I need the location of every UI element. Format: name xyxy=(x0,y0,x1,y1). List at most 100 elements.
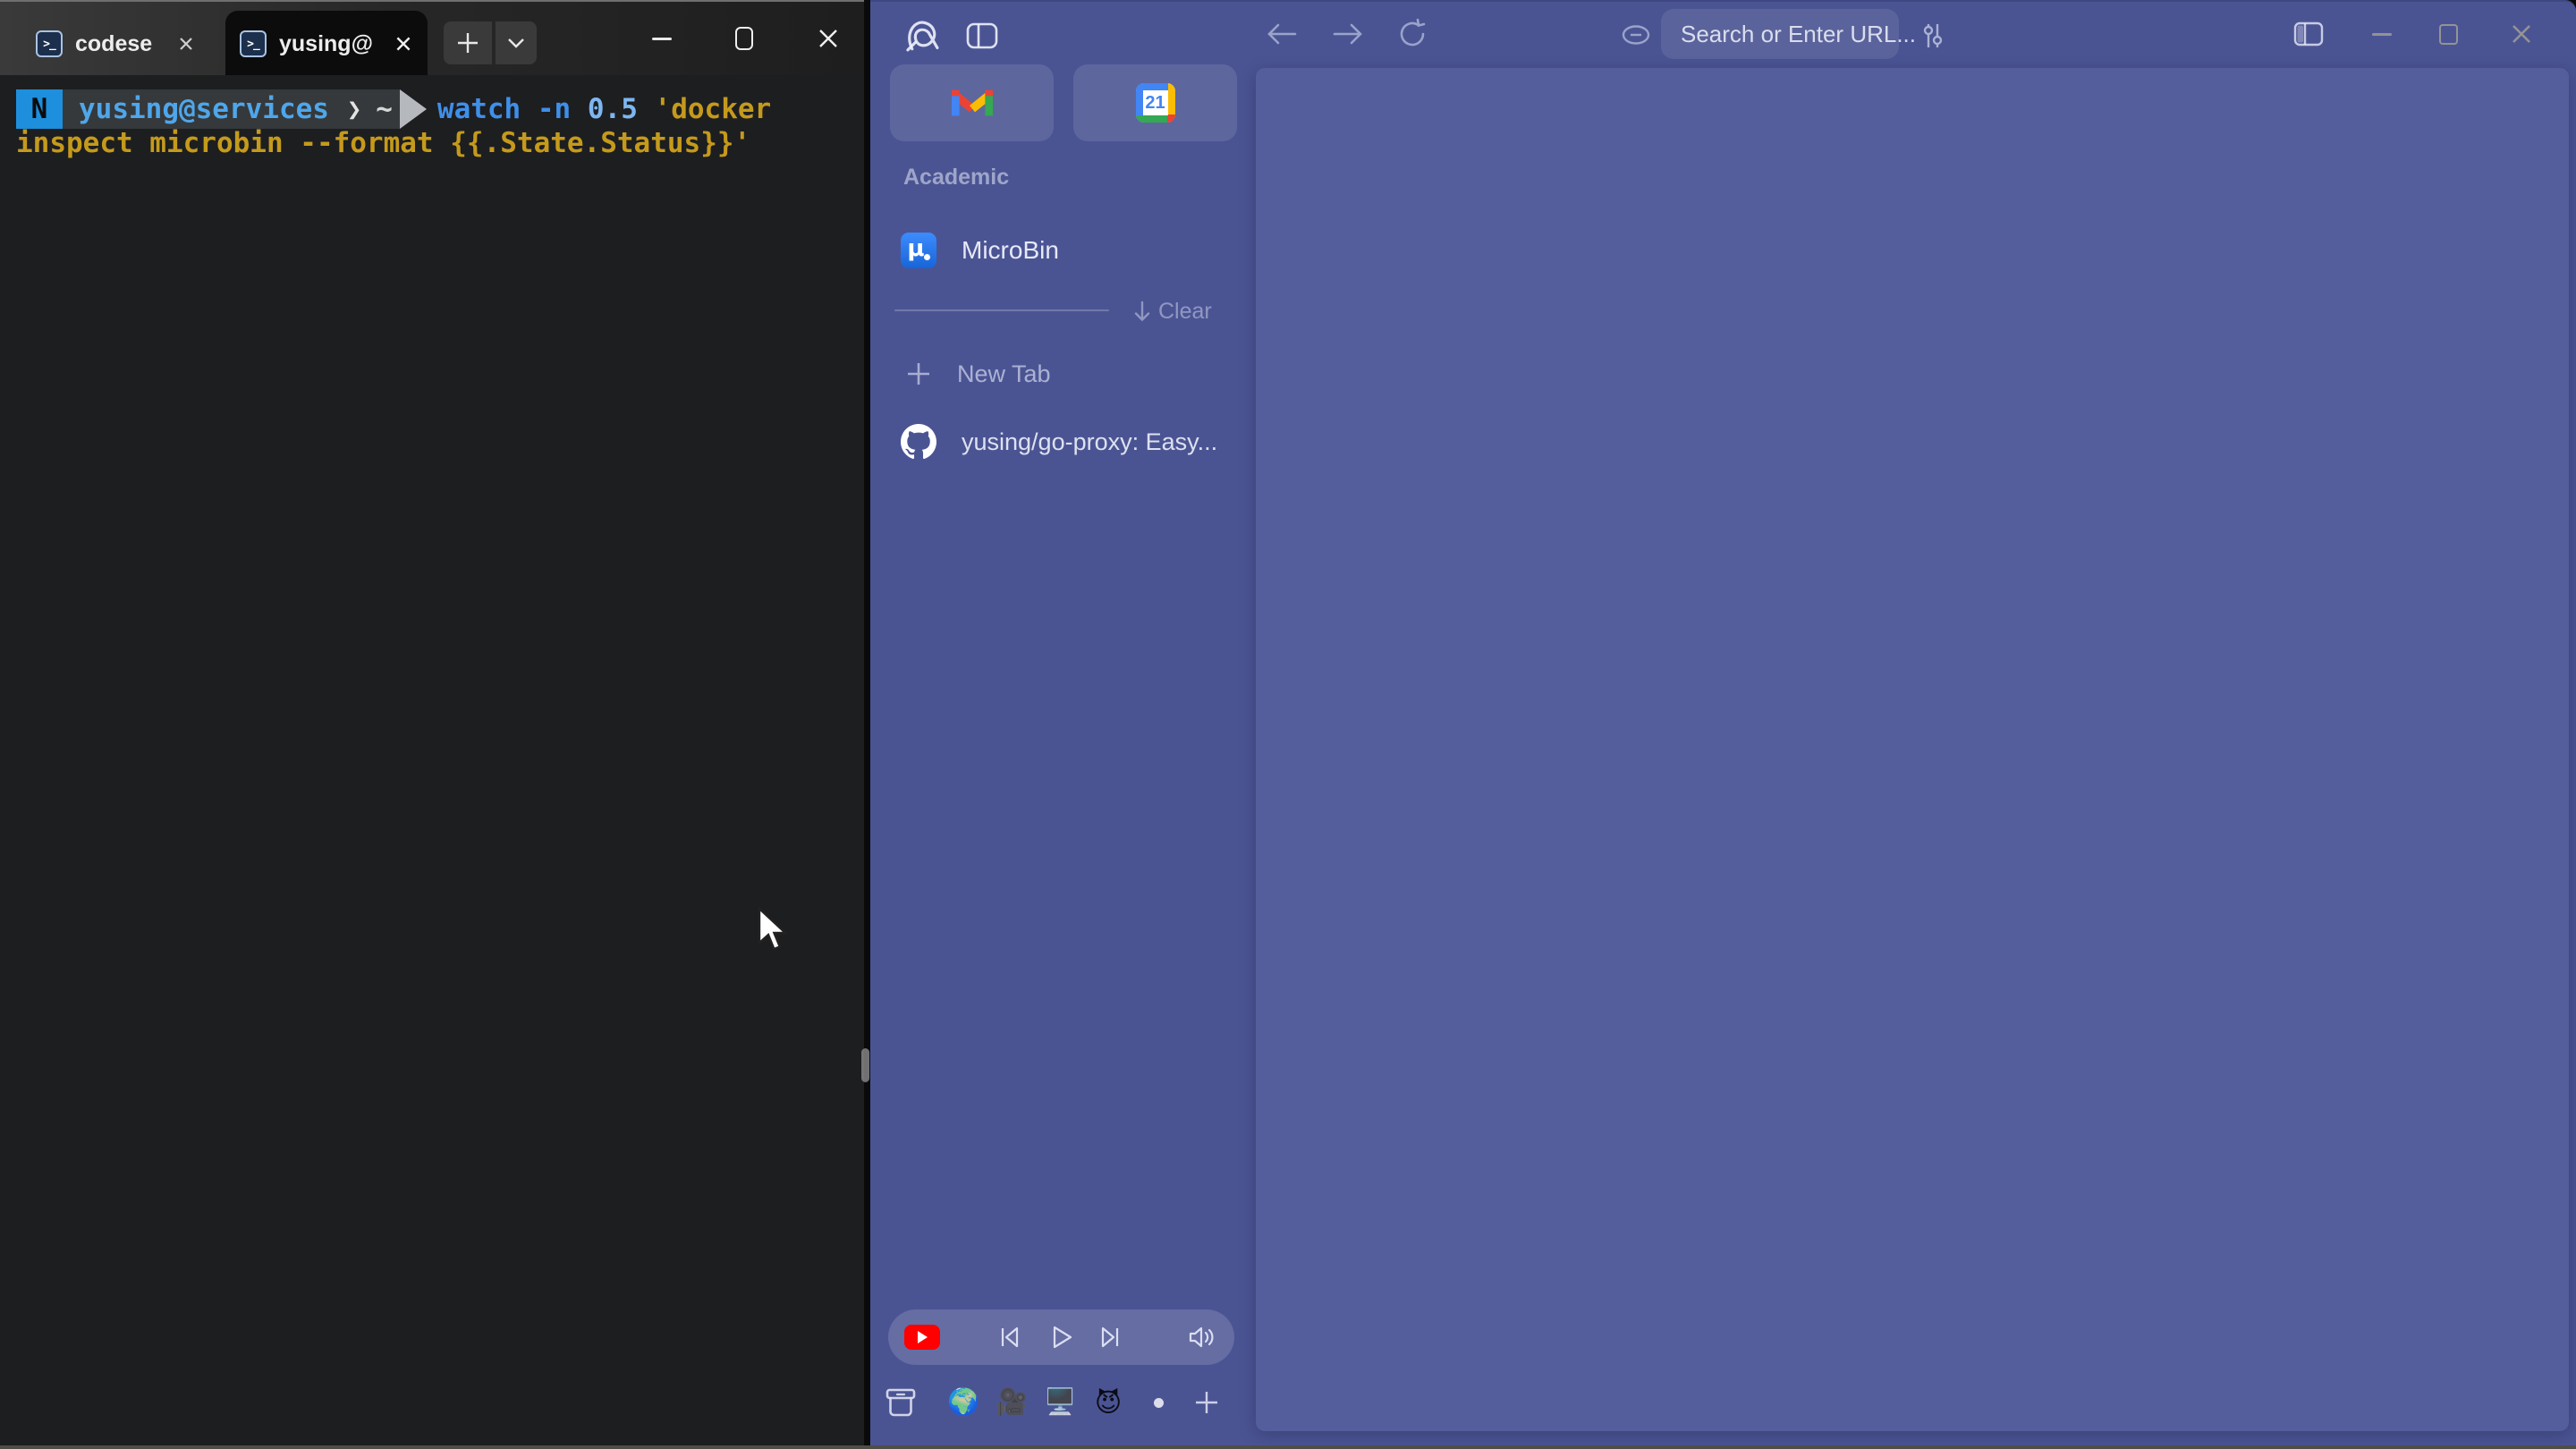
forward-button[interactable] xyxy=(1326,14,1369,54)
devil-emoji-icon: 😈 xyxy=(1095,1387,1122,1419)
browser-maximize-button[interactable] xyxy=(2423,14,2473,54)
globe-emoji-icon: 🌍 xyxy=(947,1387,979,1418)
command-line-1: watch -n 0.5 'docker xyxy=(427,89,771,129)
media-play-button[interactable] xyxy=(1044,1320,1080,1354)
page-settings-button[interactable] xyxy=(1913,16,1953,55)
back-button[interactable] xyxy=(1260,14,1303,54)
essential-gmail[interactable] xyxy=(890,64,1054,141)
taskbar-edge xyxy=(0,1445,2576,1449)
split-view-icon xyxy=(2293,21,2324,47)
plus-icon xyxy=(1193,1389,1220,1416)
prompt-cwd: ~ xyxy=(376,93,400,125)
shell-prompt: N yusing@services ❯ ~ watch -n 0.5 'dock… xyxy=(16,89,771,129)
prompt-os-badge: N xyxy=(16,89,63,129)
sidebar-toggle-button[interactable] xyxy=(961,16,1004,55)
workspace-bar: 🌍 🎥 🖥️ 😈 xyxy=(870,1377,1256,1431)
minimize-icon xyxy=(652,38,672,40)
terminal-tab-codese[interactable]: >_ codese xyxy=(21,11,209,77)
windows-terminal-icon: >_ xyxy=(240,30,267,57)
youtube-icon[interactable] xyxy=(904,1325,940,1350)
url-bar[interactable]: Search or Enter URL... xyxy=(1661,9,1899,59)
clear-label: Clear xyxy=(1158,299,1212,325)
new-workspace-button[interactable] xyxy=(1185,1377,1228,1428)
command-program: watch xyxy=(437,93,521,125)
tab-title: MicroBin xyxy=(962,236,1059,265)
reload-icon xyxy=(1397,19,1428,49)
minimize-icon xyxy=(2372,33,2392,36)
pinned-tab-microbin[interactable]: μ MicroBin xyxy=(890,224,1239,277)
link-icon xyxy=(1621,24,1651,46)
windows-terminal-icon: >_ xyxy=(36,30,63,57)
arrow-down-icon xyxy=(1133,301,1151,322)
workspace-desktop[interactable]: 🖥️ xyxy=(1038,1377,1081,1428)
new-tab-row[interactable]: New Tab xyxy=(890,347,1239,401)
terminal-titlebar[interactable]: >_ codese >_ yusing@ xyxy=(0,0,864,75)
workspace-movie-camera[interactable]: 🎥 xyxy=(990,1377,1033,1428)
media-player-bar xyxy=(888,1309,1234,1365)
forward-arrow-icon xyxy=(1332,21,1364,47)
prompt-user-host: yusing@services xyxy=(79,93,329,125)
terminal-window: >_ codese >_ yusing@ xyxy=(0,0,864,1449)
plus-icon xyxy=(905,360,932,387)
terminal-minimize-button[interactable] xyxy=(631,2,692,75)
skip-back-icon xyxy=(997,1325,1022,1350)
workspace-globe[interactable]: 🌍 xyxy=(942,1377,985,1428)
tabs-divider xyxy=(894,309,1109,311)
window-resize-handle[interactable] xyxy=(861,1048,869,1082)
link-button[interactable] xyxy=(1618,20,1654,50)
volume-icon xyxy=(1188,1326,1215,1349)
desktop-emoji-icon: 🖥️ xyxy=(1044,1387,1076,1418)
sliders-icon xyxy=(1921,22,1945,49)
dot-icon xyxy=(1154,1398,1164,1408)
workspace-devil[interactable]: 😈 xyxy=(1087,1377,1130,1428)
terminal-maximize-button[interactable] xyxy=(714,2,775,75)
browser-minimize-button[interactable] xyxy=(2357,14,2407,54)
maximize-icon xyxy=(2439,24,2458,45)
movie-camera-emoji-icon: 🎥 xyxy=(996,1387,1028,1418)
close-icon xyxy=(818,28,839,49)
chevron-down-icon xyxy=(507,38,525,48)
browser-close-button[interactable] xyxy=(2496,14,2546,54)
url-placeholder: Search or Enter URL... xyxy=(1681,21,1916,48)
clear-tabs-button[interactable]: Clear xyxy=(1133,293,1212,329)
new-tab-label: New Tab xyxy=(957,360,1051,388)
media-previous-button[interactable] xyxy=(992,1320,1028,1354)
play-icon xyxy=(1050,1325,1073,1350)
zen-logo-button[interactable] xyxy=(902,14,945,57)
skip-forward-icon xyxy=(1097,1325,1123,1350)
tab-label: yusing@ xyxy=(279,31,372,57)
powerline-chevron-icon: ❯ xyxy=(329,96,376,123)
github-favicon xyxy=(901,424,936,460)
back-arrow-icon xyxy=(1266,21,1298,47)
command-arg: 'docker xyxy=(638,93,771,125)
workspace-section-label: Academic xyxy=(903,165,1009,191)
media-next-button[interactable] xyxy=(1092,1320,1128,1354)
prompt-segment: yusing@services ❯ ~ xyxy=(63,89,400,129)
essential-google-calendar[interactable]: 21 xyxy=(1073,64,1237,141)
tab-close-icon[interactable] xyxy=(177,35,195,53)
new-tab-button[interactable] xyxy=(444,21,492,64)
tab-dropdown-button[interactable] xyxy=(494,21,537,64)
browser-content-area xyxy=(1256,68,2569,1431)
gmail-icon xyxy=(952,87,993,119)
zen-logo-icon xyxy=(903,16,943,55)
archive-box-icon xyxy=(885,1387,917,1418)
tab-go-proxy[interactable]: yusing/go-proxy: Easy... xyxy=(890,415,1239,469)
terminal-tab-yusing[interactable]: >_ yusing@ xyxy=(225,11,428,77)
terminal-close-button[interactable] xyxy=(798,2,859,75)
sidebar-toggle-icon xyxy=(966,22,998,49)
plus-icon xyxy=(456,31,479,55)
archive-tabs-button[interactable] xyxy=(879,1377,922,1428)
workspace-current-dot[interactable] xyxy=(1137,1377,1180,1428)
tab-title: yusing/go-proxy: Easy... xyxy=(962,428,1217,456)
split-view-button[interactable] xyxy=(2284,14,2334,54)
reload-button[interactable] xyxy=(1391,13,1434,55)
calendar-day-number: 21 xyxy=(1143,90,1168,115)
terminal-body[interactable]: N yusing@services ❯ ~ watch -n 0.5 'dock… xyxy=(0,75,864,1449)
command-line-2: inspect microbin --format {{.State.Statu… xyxy=(16,127,750,159)
screen: >_ codese >_ yusing@ xyxy=(0,0,2576,1449)
media-volume-button[interactable] xyxy=(1183,1320,1219,1354)
tab-close-icon[interactable] xyxy=(394,34,413,54)
command-flag: -n xyxy=(521,93,571,125)
command-value: 0.5 xyxy=(571,93,638,125)
